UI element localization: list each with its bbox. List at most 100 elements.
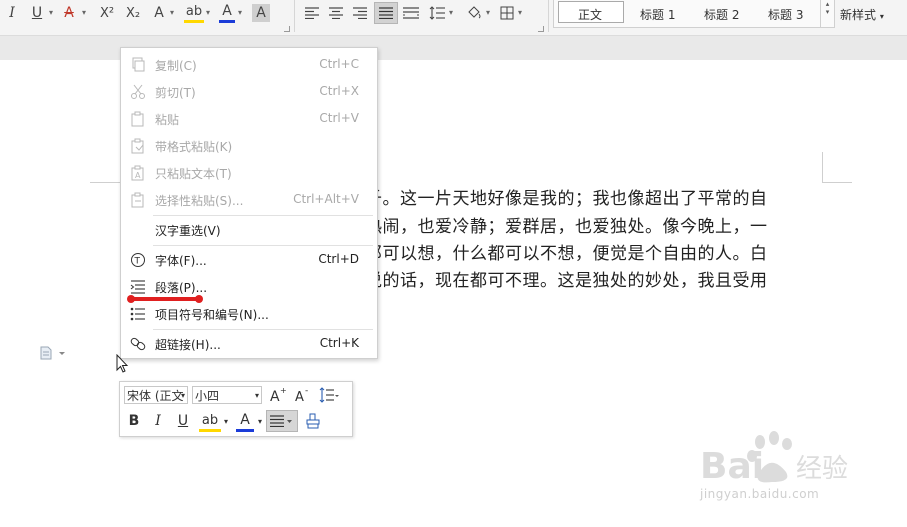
font-size-select[interactable]: 小四 ▾ — [192, 386, 262, 404]
ribbon-separator — [548, 0, 549, 32]
font-color-dropdown-icon[interactable]: ▾ — [256, 414, 264, 428]
align-center-icon[interactable] — [326, 2, 346, 24]
font-color-dropdown-icon[interactable]: ▾ — [238, 8, 242, 17]
shrink-font-icon[interactable]: A- — [293, 385, 313, 405]
font-size-value: 小四 — [195, 389, 220, 403]
text-line: 邓可以想，什么都可以不想，便觉是个自由的人。白 — [365, 244, 768, 264]
superscript-button[interactable]: X² — [96, 2, 118, 24]
menu-separator — [153, 215, 373, 216]
ribbon-separator — [294, 0, 295, 32]
grow-font-icon[interactable]: A + — [268, 385, 288, 405]
font-name-dropdown-icon: ▾ — [180, 391, 185, 400]
style-gallery-scroll[interactable]: ▴ ▾ — [820, 0, 834, 27]
style-heading3[interactable]: 标题 3 — [768, 6, 803, 23]
menu-item-shortcut: Ctrl+X — [319, 84, 359, 98]
paste-text-icon: A — [130, 165, 146, 181]
font-dialog-launcher-icon[interactable] — [284, 26, 290, 32]
baidu-watermark-logo: Bai 经验 — [700, 430, 870, 489]
menu-item-paste[interactable]: 粘贴 Ctrl+V — [121, 106, 377, 132]
menu-item-label: 带格式粘贴(K) — [155, 140, 233, 154]
strikethrough-button[interactable]: A — [60, 2, 78, 24]
shading-dropdown-icon[interactable]: ▾ — [486, 8, 490, 17]
new-style-button[interactable]: 新样式 ▾ — [840, 6, 884, 23]
format-painter-icon[interactable] — [303, 411, 323, 431]
menu-separator — [153, 245, 373, 246]
menu-item-label: 汉字重选(V) — [155, 224, 221, 238]
menu-item-paste-special[interactable]: 选择性粘贴(S)... Ctrl+Alt+V — [121, 187, 377, 213]
font-color-button[interactable]: A — [236, 411, 254, 432]
line-spacing-dropdown-icon[interactable]: ▾ — [449, 8, 453, 17]
new-style-dropdown-icon: ▾ — [879, 12, 884, 21]
align-button[interactable] — [266, 410, 298, 432]
svg-text:-: - — [305, 386, 308, 396]
highlight-button[interactable]: ab — [184, 2, 204, 23]
menu-item-shortcut: Ctrl+V — [319, 111, 359, 125]
strikethrough-dropdown-icon[interactable]: ▾ — [82, 8, 86, 17]
font-name-select[interactable]: 宋体 (正文 ▾ — [124, 386, 188, 404]
margin-mark-right-vertical — [822, 152, 823, 182]
menu-item-label: 粘贴 — [155, 113, 180, 127]
menu-item-label: 超链接(H)... — [155, 338, 221, 352]
paste-format-icon — [130, 138, 146, 154]
highlight-dropdown-icon[interactable]: ▾ — [222, 414, 230, 428]
italic-button[interactable]: I — [149, 411, 167, 431]
font-name-value: 宋体 (正文 — [127, 389, 184, 403]
line-spacing-icon[interactable] — [427, 2, 447, 24]
highlight-button[interactable]: ab — [199, 411, 221, 432]
underline-button[interactable]: U — [28, 2, 46, 24]
menu-item-hanzi-reselect[interactable]: 汉字重选(V) — [121, 217, 377, 243]
text-line: 说的话，现在都可不理。这是独处的妙处，我且受用 — [365, 271, 768, 291]
shading-icon[interactable] — [464, 2, 484, 24]
menu-item-label: 复制(C) — [155, 59, 197, 73]
margin-mark-right — [822, 182, 852, 183]
highlight-dropdown-icon[interactable]: ▾ — [206, 8, 210, 17]
menu-item-shortcut: Ctrl+Alt+V — [293, 192, 359, 206]
menu-item-copy[interactable]: 复制(C) Ctrl+C — [121, 52, 377, 78]
watermark-brand: Bai — [700, 446, 764, 485]
menu-item-paste-text-only[interactable]: A 只粘贴文本(T) — [121, 160, 377, 186]
justify-icon[interactable] — [374, 2, 398, 24]
margin-mark-left — [90, 182, 120, 183]
menu-item-label: 项目符号和编号(N)... — [155, 308, 269, 322]
text-effect-dropdown-icon[interactable]: ▾ — [170, 8, 174, 17]
scissors-icon — [130, 84, 146, 100]
mini-toolbar: 宋体 (正文 ▾ 小四 ▾ A + A- B I U ab ▾ A ▾ — [119, 381, 353, 437]
menu-item-label: 只粘贴文本(T) — [155, 167, 232, 181]
menu-item-paste-with-format[interactable]: 带格式粘贴(K) — [121, 133, 377, 159]
text-line: 千。这一片天地好像是我的；我也像超出了平常的自 — [365, 189, 768, 209]
line-spacing-icon[interactable] — [318, 385, 340, 405]
paste-special-icon — [130, 192, 146, 208]
align-right-icon[interactable] — [350, 2, 370, 24]
paragraph-dialog-launcher-icon[interactable] — [538, 26, 544, 32]
bold-button[interactable]: B — [125, 411, 143, 431]
menu-item-cut[interactable]: 剪切(T) Ctrl+X — [121, 79, 377, 105]
red-annotation-underline — [127, 295, 203, 303]
underline-dropdown-icon[interactable]: ▾ — [49, 8, 53, 17]
font-color-button[interactable]: A — [219, 2, 235, 23]
distributed-align-icon[interactable] — [401, 2, 421, 24]
style-heading2[interactable]: 标题 2 — [704, 6, 739, 23]
watermark-brand-tail: 经验 — [796, 454, 848, 484]
svg-text:+: + — [280, 386, 287, 395]
char-shading-button[interactable]: A — [252, 4, 270, 22]
menu-separator — [153, 329, 373, 330]
subscript-button[interactable]: X₂ — [122, 2, 144, 24]
svg-text:A: A — [270, 389, 280, 404]
bullet-list-icon — [130, 306, 146, 322]
border-icon[interactable] — [497, 2, 517, 24]
menu-item-shortcut: Ctrl+C — [319, 57, 359, 71]
page-icon[interactable] — [40, 345, 66, 364]
paragraph-icon — [130, 279, 146, 295]
menu-item-shortcut: Ctrl+D — [318, 252, 359, 266]
underline-button[interactable]: U — [174, 411, 192, 431]
menu-item-font[interactable]: T 字体(F)... Ctrl+D — [121, 247, 377, 273]
menu-item-hyperlink[interactable]: 超链接(H)... Ctrl+K — [121, 331, 377, 357]
font-size-dropdown-icon: ▾ — [254, 391, 259, 400]
menu-item-label: 剪切(T) — [155, 86, 196, 100]
align-left-icon[interactable] — [302, 2, 322, 24]
menu-item-bullets-numbering[interactable]: 项目符号和编号(N)... — [121, 301, 377, 327]
text-effect-button[interactable]: A — [150, 2, 168, 24]
style-heading1[interactable]: 标题 1 — [640, 6, 675, 23]
italic-button[interactable]: I — [4, 2, 20, 24]
border-dropdown-icon[interactable]: ▾ — [518, 8, 522, 17]
